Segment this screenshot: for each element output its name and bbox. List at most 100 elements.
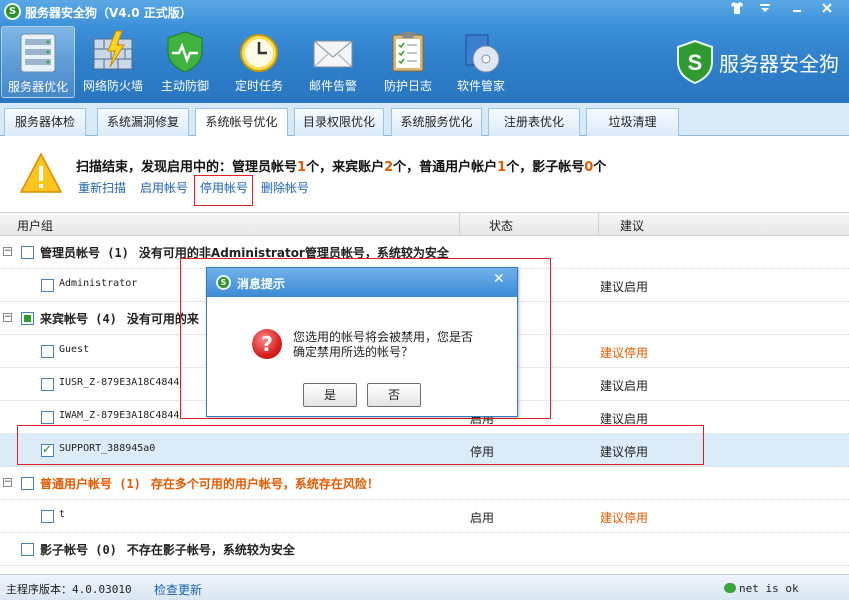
tab-service-optimize[interactable]: 系统服务优化 (391, 108, 482, 136)
guest-count: 2 (384, 160, 394, 175)
log-icon (385, 29, 431, 75)
account-status: 启用 (470, 511, 495, 525)
tab-junk-clean[interactable]: 垃圾清理 (586, 108, 679, 136)
column-divider[interactable] (459, 213, 460, 236)
tab-server-checkup[interactable]: 服务器体检 (4, 108, 86, 136)
top-bar: S 服务器安全狗（V4.0 正式版） 服务器优化 网络防火墙 主动防御 定时任务… (0, 0, 849, 103)
clock-icon (236, 29, 282, 75)
account-advice: 建议停用 (600, 346, 649, 360)
app-title: 服务器安全狗（V4.0 正式版） (25, 6, 192, 20)
no-button[interactable]: 否 (367, 383, 421, 407)
yes-button[interactable]: 是 (303, 383, 357, 407)
column-header-group[interactable]: 用户组 (17, 217, 53, 234)
group-label: 普通用户帐号 (1) 存在多个可用的用户帐号，系统存在风险！ (40, 477, 379, 491)
rescan-link[interactable]: 重新扫描 (78, 179, 126, 196)
scan-result-text: 扫描结束，发现启用中的：管理员帐号1个，来宾账户2个，普通用户帐户1个，影子帐号… (76, 160, 607, 175)
table-header: 用户组 状态 建议 (0, 212, 849, 236)
account-advice: 建议启用 (600, 379, 649, 393)
shadow-count: 0 (584, 160, 594, 175)
checkbox[interactable] (41, 510, 54, 523)
group-row-shadow[interactable]: 影子帐号 (0) 不存在影子帐号，系统较为安全 (0, 533, 849, 566)
toolbar-server-optimize[interactable]: 服务器优化 (1, 26, 75, 98)
shirt-icon[interactable] (728, 2, 746, 18)
shield-icon (162, 29, 208, 75)
tab-account-optimize[interactable]: 系统帐号优化 (195, 108, 288, 137)
network-status: net is ok (724, 582, 799, 595)
tab-registry-optimize[interactable]: 注册表优化 (488, 108, 580, 136)
app-logo-icon: S (4, 3, 21, 20)
title-bar: S 服务器安全狗（V4.0 正式版） (0, 0, 849, 24)
checkbox[interactable] (21, 477, 34, 490)
confirm-dialog: S 消息提示 ✕ ? 您选用的帐号将会被禁用，您是否 确定禁用所选的帐号？ 是 … (206, 267, 518, 417)
collapse-icon[interactable]: − (3, 313, 12, 322)
brand-name: 服务器安全狗 (719, 52, 839, 76)
column-header-status[interactable]: 状态 (489, 217, 513, 234)
dialog-message: 您选用的帐号将会被禁用，您是否 确定禁用所选的帐号？ (293, 330, 474, 359)
checkbox[interactable] (21, 312, 34, 325)
checkbox[interactable] (41, 345, 54, 358)
admin-count: 1 (297, 160, 307, 175)
scan-summary: 扫描结束，发现启用中的：管理员帐号1个，来宾账户2个，普通用户帐户1个，影子帐号… (0, 136, 849, 212)
toolbar-label: 定时任务 (234, 79, 283, 93)
highlight-box-disable (194, 175, 253, 206)
collapse-icon[interactable]: − (3, 478, 12, 487)
mail-icon (310, 29, 356, 75)
toolbar-protect-log[interactable]: 防护日志 (371, 26, 445, 98)
toolbar-label: 服务器优化 (7, 80, 68, 94)
network-ok-icon (724, 583, 736, 593)
checkbox[interactable] (21, 543, 34, 556)
menu-icon[interactable] (756, 2, 774, 18)
sub-tabs: 服务器体检 系统漏洞修复 系统帐号优化 目录权限优化 系统服务优化 注册表优化 … (0, 103, 849, 137)
firewall-icon (90, 29, 136, 75)
brand-logo: S 服务器安全狗 (676, 39, 846, 85)
tab-vuln-fix[interactable]: 系统漏洞修复 (97, 108, 189, 136)
toolbar-label: 主动防御 (160, 79, 209, 93)
toolbar-label: 软件管家 (456, 79, 505, 93)
dialog-title-bar[interactable]: S 消息提示 ✕ (207, 268, 517, 297)
toolbar-label: 防护日志 (383, 79, 432, 93)
checkbox[interactable] (41, 411, 54, 424)
group-label: 影子帐号 (0) 不存在影子帐号，系统较为安全 (40, 543, 295, 557)
checkbox[interactable] (21, 246, 34, 259)
close-icon[interactable] (818, 2, 836, 18)
account-name: Administrator (59, 278, 138, 289)
group-row-normal[interactable]: − 普通用户帐号 (1) 存在多个可用的用户帐号，系统存在风险！ (0, 467, 849, 500)
brand-shield-icon: S (676, 39, 714, 85)
toolbar-scheduled-task[interactable]: 定时任务 (222, 26, 296, 98)
normal-count: 1 (497, 160, 507, 175)
toolbar-active-defense[interactable]: 主动防御 (148, 26, 222, 98)
enable-account-link[interactable]: 启用帐号 (140, 179, 188, 196)
account-advice: 建议停用 (600, 511, 649, 525)
account-row[interactable]: t 启用 建议停用 (0, 500, 849, 533)
tab-dir-permission[interactable]: 目录权限优化 (294, 108, 384, 136)
account-name: IWAM_Z-879E3A18C4844 (59, 410, 180, 421)
checkbox[interactable] (41, 378, 54, 391)
checkbox[interactable] (41, 279, 54, 292)
collapse-icon[interactable]: − (3, 247, 12, 256)
toolbar-label: 网络防火墙 (82, 79, 143, 93)
dialog-logo-icon: S (216, 275, 231, 290)
column-divider[interactable] (598, 213, 599, 236)
toolbar-firewall[interactable]: 网络防火墙 (76, 26, 150, 98)
group-label: 来宾帐号 (4) 没有可用的来 (40, 312, 199, 326)
account-name: t (59, 509, 66, 520)
software-icon (458, 29, 504, 75)
toolbar-mail-alert[interactable]: 邮件告警 (296, 26, 370, 98)
column-header-advice[interactable]: 建议 (620, 217, 644, 234)
delete-account-link[interactable]: 删除帐号 (261, 179, 309, 196)
dialog-close-icon[interactable]: ✕ (493, 271, 505, 287)
account-name: IUSR_Z-879E3A18C4844 (59, 377, 180, 388)
check-update-link[interactable]: 检查更新 (154, 581, 202, 598)
server-icon (15, 30, 61, 76)
highlight-box-selected-row (17, 425, 704, 465)
dialog-title: 消息提示 (237, 277, 286, 291)
toolbar-software-manager[interactable]: 软件管家 (444, 26, 518, 98)
account-name: Guest (59, 344, 90, 355)
account-advice: 建议启用 (600, 280, 649, 294)
version-text: 主程序版本：4.0.03010 (6, 583, 132, 596)
toolbar-label: 邮件告警 (308, 79, 357, 93)
svg-text:S: S (688, 50, 703, 75)
question-icon: ? (252, 329, 282, 359)
minimize-icon[interactable] (788, 2, 806, 18)
warning-icon (19, 152, 63, 197)
